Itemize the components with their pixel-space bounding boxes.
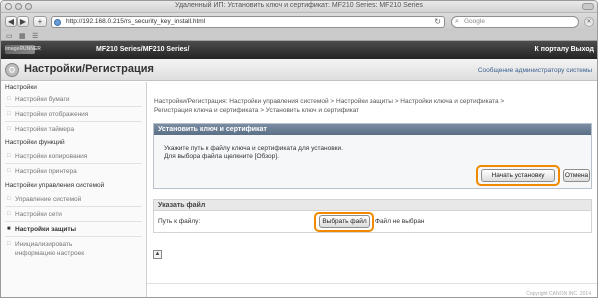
bookmarks-grid-icon[interactable]: ▦ [19, 32, 26, 40]
search-placeholder: Google [464, 18, 485, 25]
reading-list-icon[interactable]: ▭ [6, 32, 13, 40]
copyright-text: Copyright CANON INC. 2014 [526, 291, 591, 297]
footer-divider [147, 283, 597, 284]
file-panel: Указать файл Путь к файлу: Выбрать файл … [153, 199, 592, 233]
bullet-icon: □ [7, 168, 11, 174]
sidebar-section-functions[interactable]: Настройки функций [5, 139, 65, 146]
sidebar-item-display[interactable]: □ Настройки отображения [5, 110, 142, 119]
choose-file-button[interactable]: Выбрать файл [319, 215, 370, 228]
reload-icon[interactable]: ↻ [434, 17, 441, 27]
breadcrumb: Настройки/Регистрация: Настройки управле… [154, 98, 594, 115]
portal-link[interactable]: К порталу [535, 46, 569, 53]
bullet-icon: □ [7, 111, 11, 117]
sidebar-item-initialize[interactable]: □ Инициализировать информацию настроек [5, 240, 105, 258]
divider [5, 106, 142, 107]
divider [5, 121, 142, 122]
product-logo: imageRUNNER [5, 45, 41, 54]
sidebar-item-printer[interactable]: □ Настройки принтера [5, 167, 142, 176]
page-header: ⚙ Настройки/Регистрация Сообщение админи… [1, 59, 597, 81]
url-text: http://192.168.0.215/rs_security_key_ins… [66, 18, 206, 25]
logout-link[interactable]: Выход [571, 46, 594, 53]
device-name: MF210 Series/MF210 Series/ [96, 46, 190, 53]
page-title: Настройки/Регистрация [24, 63, 154, 75]
bookmarks-menu-icon[interactable]: ☰ [32, 32, 38, 40]
device-header: imageRUNNER MF210 Series/MF210 Series/ К… [1, 41, 597, 59]
divider [5, 236, 142, 237]
title-bar: Удаленный ИП: Установить ключ и сертифик… [1, 1, 597, 13]
instruction-text: Укажите путь к файлу ключа и сертификата… [164, 145, 343, 152]
bullet-icon: □ [7, 211, 11, 217]
bullet-icon: ■ [7, 226, 11, 232]
bullet-icon: □ [7, 96, 11, 102]
sidebar-section-system[interactable]: Настройки управления системой [5, 182, 104, 189]
divider [5, 221, 142, 222]
breadcrumb-line[interactable]: Регистрация ключа и сертификата > Устано… [154, 107, 594, 116]
browser-window: Удаленный ИП: Установить ключ и сертифик… [0, 0, 598, 298]
bullet-icon: □ [7, 196, 11, 202]
bullet-icon: □ [7, 241, 11, 247]
sidebar-section-settings[interactable]: Настройки [5, 84, 37, 91]
message-to-admin-link[interactable]: Сообщение администратору системы [478, 67, 592, 74]
cancel-button[interactable]: Отмена [563, 169, 590, 182]
back-button[interactable]: ◀ [5, 16, 17, 27]
sidebar-item-system-management[interactable]: □ Управление системой [5, 195, 142, 204]
sidebar: Настройки □ Настройки бумаги □ Настройки о… [1, 82, 147, 297]
search-icon: ⌕ [455, 18, 459, 25]
instruction-text: Для выбора файла щелкните [Обзор]. [164, 153, 279, 160]
file-path-label: Путь к файлу: [158, 218, 201, 225]
bullet-icon: □ [7, 126, 11, 132]
bullet-icon: □ [7, 153, 11, 159]
address-bar[interactable]: http://192.168.0.215/rs_security_key_ins… [51, 16, 445, 28]
install-panel-title: Установить ключ и сертификат [154, 124, 591, 135]
file-panel-title: Указать файл [154, 200, 591, 211]
forward-button[interactable]: ▶ [17, 16, 29, 27]
start-install-button[interactable]: Начать установку [481, 169, 555, 182]
bookmarks-bar: ▭ ▦ ☰ [1, 31, 597, 41]
divider [5, 163, 142, 164]
add-bookmark-button[interactable]: + [33, 16, 47, 27]
browser-toolbar: ◀ ▶ + http://192.168.0.215/rs_security_k… [1, 13, 597, 31]
sidebar-item-paper[interactable]: □ Настройки бумаги [5, 95, 142, 104]
install-panel: Установить ключ и сертификат Укажите пут… [153, 123, 592, 189]
window-title: Удаленный ИП: Установить ключ и сертифик… [175, 2, 423, 9]
stop-icon[interactable]: ✕ [584, 17, 594, 27]
settings-icon: ⚙ [5, 63, 19, 77]
back-to-top-button[interactable]: ▲ [153, 250, 162, 259]
sidebar-item-timer[interactable]: □ Настройки таймера [5, 125, 142, 134]
globe-icon [54, 19, 61, 26]
search-field[interactable]: ⌕ Google [451, 16, 579, 28]
no-file-text: Файл не выбран [375, 218, 425, 225]
sidebar-item-copy[interactable]: □ Настройки копирования [5, 152, 142, 161]
toolbar-toggle-button[interactable] [582, 3, 594, 10]
breadcrumb-line[interactable]: Настройки/Регистрация: Настройки управле… [154, 98, 594, 107]
sidebar-item-network[interactable]: □ Настройки сети [5, 210, 142, 219]
sidebar-item-security[interactable]: ■ Настройки защиты [5, 225, 142, 234]
divider [5, 206, 142, 207]
